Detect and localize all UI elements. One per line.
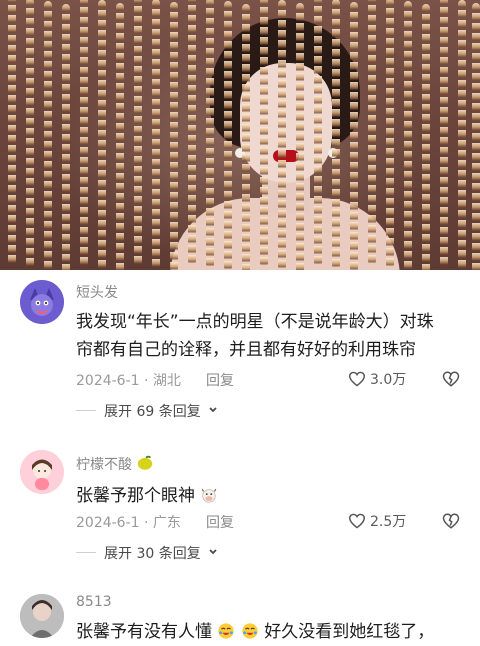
comment-text: 张馨予有没有人懂 好久没看到她红毯了，: [76, 618, 456, 646]
like-count: 3.0万: [370, 372, 407, 388]
bead-strand: [422, 4, 430, 270]
divider-line: [76, 552, 96, 553]
bead-strand: [26, 0, 34, 268]
comment-date-location: 2024-6-1 · 广东: [76, 515, 181, 531]
reply-button[interactable]: 回复: [206, 370, 234, 390]
cartoon-avatar: [20, 280, 64, 324]
bead-strand: [314, 0, 322, 266]
bead-strand: [188, 0, 196, 265]
divider-line: [76, 410, 96, 411]
username[interactable]: 柠檬不酸: [76, 454, 154, 474]
heart-outline-icon: [348, 371, 366, 387]
comment-text-tail: 好久没看到她红毯了，: [264, 622, 435, 642]
comment-text: 张馨予那个眼神: [76, 482, 456, 510]
bead-strand: [80, 0, 88, 267]
comment-text-line-1: 我发现“年长”一点的明星（不是说年龄大）对珠: [76, 312, 434, 332]
broken-heart-icon[interactable]: [442, 512, 460, 530]
cow-emoji: [201, 488, 218, 503]
username[interactable]: 8513: [76, 594, 112, 610]
bead-strand: [152, 0, 160, 269]
post-image[interactable]: [0, 0, 480, 270]
like-button[interactable]: 2.5万: [348, 511, 406, 531]
girl-avatar: [20, 450, 64, 494]
comment-date-location: 2024-6-1 · 湖北: [76, 373, 181, 389]
comment-3: 8513 张馨予有没有人懂 好久没看到她红毯了，: [0, 586, 480, 642]
bead-strand: [278, 0, 286, 270]
comment-2: 柠檬不酸 张馨予那个眼神 2024-6-1 · 广东 回复 2.5万 展开 30…: [0, 438, 480, 578]
expand-replies-label: 展开 69 条回复: [104, 404, 201, 420]
bead-strand: [134, 0, 142, 266]
bead-strand: [404, 1, 412, 270]
avatar[interactable]: [20, 280, 64, 324]
username[interactable]: 短头发: [76, 282, 118, 302]
avatar[interactable]: [20, 594, 64, 638]
bead-strand: [350, 2, 358, 270]
chevron-down-icon: [209, 549, 217, 555]
bead-strand: [368, 0, 376, 265]
lemon-emoji: [138, 455, 153, 470]
crying-laugh-emoji: [218, 623, 235, 639]
like-count: 2.5万: [370, 514, 407, 530]
like-button[interactable]: 3.0万: [348, 369, 406, 389]
crying-laugh-emoji: [242, 623, 258, 639]
bead-strand: [206, 0, 214, 268]
username-text: 柠檬不酸: [76, 457, 132, 473]
bead-strand: [170, 2, 178, 270]
comment-text-content: 张馨予那个眼神: [76, 486, 195, 506]
bead-strand: [458, 0, 466, 270]
bead-strand: [440, 0, 448, 267]
chevron-down-icon: [209, 407, 217, 413]
expand-replies[interactable]: 展开 30 条回复: [104, 543, 218, 563]
bead-strand: [224, 1, 232, 270]
photo-avatar: [20, 594, 64, 638]
expand-replies-label: 展开 30 条回复: [104, 546, 201, 562]
bead-strand: [116, 3, 124, 270]
bead-strand: [62, 4, 70, 270]
bead-strand: [386, 0, 394, 268]
heart-outline-icon: [348, 513, 366, 529]
comment-text: 我发现“年长”一点的明星（不是说年龄大）对珠 帘都有自己的诠释，并且都有好好的利…: [76, 308, 456, 364]
bead-strand: [98, 0, 106, 270]
bead-strand: [260, 0, 268, 267]
bead-strand: [242, 4, 250, 270]
bead-strand: [8, 0, 16, 265]
bead-strand: [472, 3, 480, 270]
comment-text-content: 张馨予有没有人懂: [76, 622, 212, 642]
broken-heart-icon[interactable]: [442, 370, 460, 388]
bead-strand: [296, 3, 304, 270]
comment-text-line-2: 帘都有自己的诠释，并且都有好好的利用珠帘: [76, 340, 416, 360]
avatar[interactable]: [20, 450, 64, 494]
reply-button[interactable]: 回复: [206, 512, 234, 532]
bead-strand: [332, 0, 340, 269]
comment-1: 短头发 我发现“年长”一点的明星（不是说年龄大）对珠 帘都有自己的诠释，并且都有…: [0, 270, 480, 430]
bead-strand: [44, 1, 52, 270]
expand-replies[interactable]: 展开 69 条回复: [104, 401, 218, 421]
